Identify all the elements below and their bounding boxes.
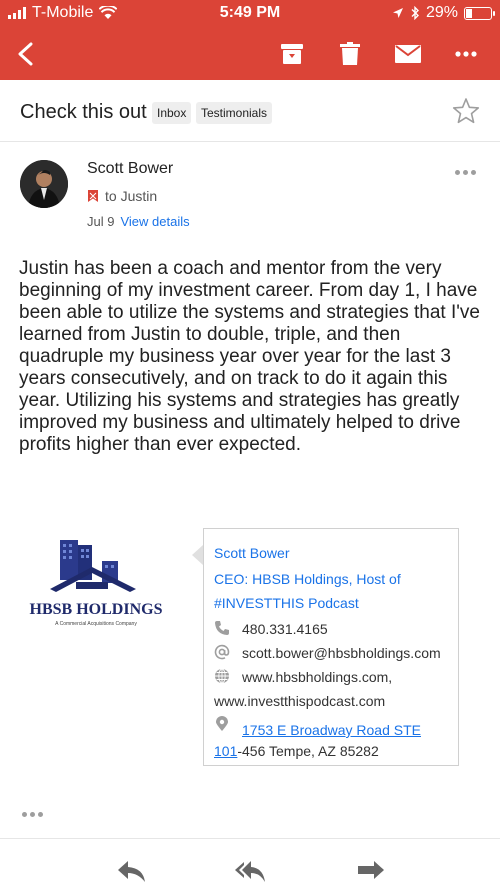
signature-card: Scott Bower CEO: HBSB Holdings, Host of … <box>203 528 459 766</box>
dot <box>22 812 27 817</box>
more-horizontal-icon <box>455 51 477 57</box>
importance-marker-icon <box>88 190 98 202</box>
mail-button[interactable] <box>390 36 426 72</box>
message-more-button[interactable] <box>455 170 476 175</box>
battery-icon <box>464 6 495 20</box>
label-chip-testimonials[interactable]: Testimonials <box>196 102 273 124</box>
signature-phone[interactable]: 480.331.4165 <box>242 621 328 637</box>
bluetooth-icon <box>411 6 419 20</box>
phone-icon <box>215 621 229 635</box>
show-trimmed-content-button[interactable] <box>22 812 43 817</box>
map-pin-icon <box>216 716 228 731</box>
signature-address-line1[interactable]: 1753 E Broadway Road STE <box>242 722 421 738</box>
app-bar <box>0 28 500 80</box>
recipient-text: to Justin <box>105 188 158 204</box>
delete-button[interactable] <box>332 36 368 72</box>
dot <box>30 812 35 817</box>
dot <box>463 170 468 175</box>
mail-icon <box>395 45 421 63</box>
recipient-line: to Justin <box>87 188 157 204</box>
date-line: Jul 9 View details <box>87 214 190 229</box>
address-link-part1[interactable]: 1753 E Broadway Road STE <box>242 722 421 738</box>
label-chip-inbox[interactable]: Inbox <box>152 102 192 124</box>
status-bar: T-Mobile 5:49 PM 29% <box>0 0 500 28</box>
signature-title-line2: #INVESTTHIS Podcast <box>214 595 359 611</box>
dot <box>38 812 43 817</box>
signature-website2[interactable]: www.investthispodcast.com <box>214 693 385 709</box>
at-sign-icon <box>214 644 230 660</box>
star-outline-icon[interactable] <box>452 97 480 125</box>
signature-email[interactable]: scott.bower@hbsbholdings.com <box>242 645 441 661</box>
more-options-button[interactable] <box>448 36 484 72</box>
email-subject: Check this out <box>20 101 147 123</box>
back-button[interactable] <box>8 36 44 72</box>
view-details-link[interactable]: View details <box>120 214 189 229</box>
reply-icon[interactable] <box>116 858 148 884</box>
location-icon <box>392 8 403 18</box>
signature-address-line2: 101-456 Tempe, AZ 85282 <box>214 743 379 759</box>
divider <box>0 838 500 839</box>
email-body: Justin has been a coach and mentor from … <box>19 258 480 455</box>
dot <box>455 170 460 175</box>
globe-icon <box>215 668 229 684</box>
sender-name: Scott Bower <box>87 160 174 177</box>
subject-row: Check this out Inbox Testimonials <box>0 80 500 142</box>
archive-icon <box>281 44 303 64</box>
address-rest: -456 Tempe, AZ 85282 <box>237 743 379 759</box>
logo-tagline: A Commercial Acquisitions Company <box>55 621 137 627</box>
reply-all-icon[interactable] <box>234 858 266 884</box>
signature-pointer <box>192 545 203 565</box>
email-date: Jul 9 <box>87 214 115 229</box>
signature-title-line1: CEO: HBSB Holdings, Host of <box>214 571 401 587</box>
battery-percent: 29% <box>425 4 458 21</box>
company-logo: HBSB HOLDINGS A Commercial Acquisitions … <box>26 537 166 632</box>
logo-text: HBSB HOLDINGS <box>30 601 163 618</box>
trash-icon <box>340 42 360 65</box>
dot <box>471 170 476 175</box>
address-link-part2[interactable]: 101 <box>214 743 237 759</box>
forward-icon[interactable] <box>354 858 386 884</box>
signature-name[interactable]: Scott Bower <box>214 545 289 561</box>
back-arrow-icon <box>18 42 33 66</box>
avatar[interactable] <box>20 160 68 208</box>
archive-button[interactable] <box>274 36 310 72</box>
signature-website1[interactable]: www.hbsbholdings.com, <box>242 669 392 685</box>
